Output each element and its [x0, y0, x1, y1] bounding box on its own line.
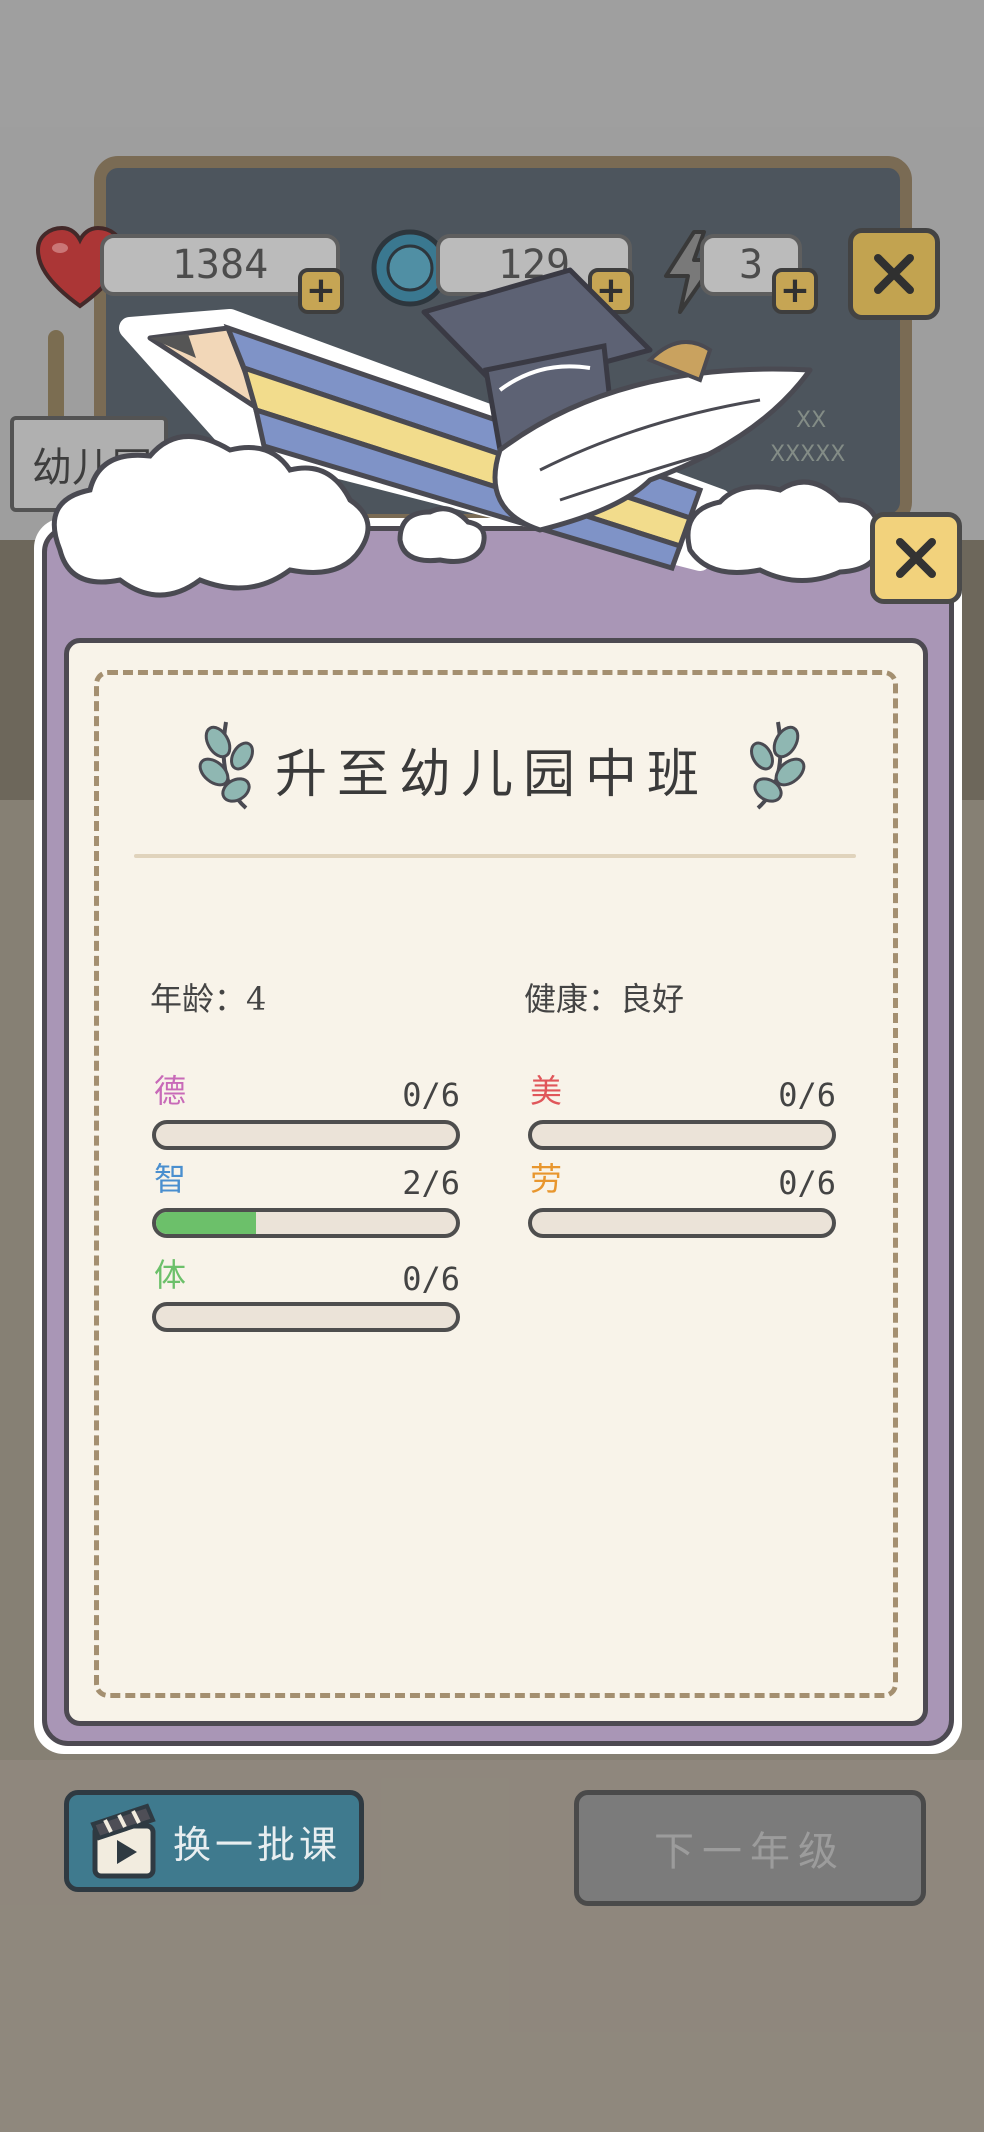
swap-courses-button[interactable]: 换一批课 — [64, 1790, 364, 1892]
health-label: 健康：良好 — [524, 980, 685, 1018]
page-title: 升至幼儿园中班 — [274, 744, 709, 805]
stat-zhi-value: 2/6 — [402, 1164, 460, 1202]
header-art — [51, 267, 883, 598]
close-icon — [896, 538, 936, 578]
stat-zhi-label: 智 — [154, 1160, 187, 1198]
clapperboard-play-icon — [90, 1803, 156, 1879]
title-divider — [134, 854, 856, 858]
age-label: 年龄：4 — [150, 980, 267, 1018]
stat-zhi-fill — [156, 1212, 256, 1234]
stat-mei-label: 美 — [530, 1072, 563, 1110]
stat-mei-bar — [528, 1120, 836, 1150]
stat-lao-label: 劳 — [530, 1160, 563, 1198]
stat-de-label: 德 — [154, 1072, 187, 1110]
swap-courses-label: 换一批课 — [173, 1822, 342, 1867]
stat-ti-label: 体 — [154, 1256, 187, 1294]
laurel-right-icon — [750, 721, 806, 810]
stat-de-bar — [152, 1120, 460, 1150]
stat-ti-bar — [152, 1302, 460, 1332]
stat-lao-bar — [528, 1208, 836, 1238]
stat-mei-value: 0/6 — [778, 1076, 836, 1114]
stat-de-value: 0/6 — [402, 1076, 460, 1114]
stat-zhi-bar — [152, 1208, 460, 1238]
next-grade-button[interactable]: 下一年级 — [574, 1790, 926, 1906]
panel-close-button[interactable] — [870, 512, 962, 604]
stat-lao-value: 0/6 — [778, 1164, 836, 1202]
next-grade-label: 下一年级 — [654, 1829, 846, 1875]
stat-ti-value: 0/6 — [402, 1260, 460, 1298]
